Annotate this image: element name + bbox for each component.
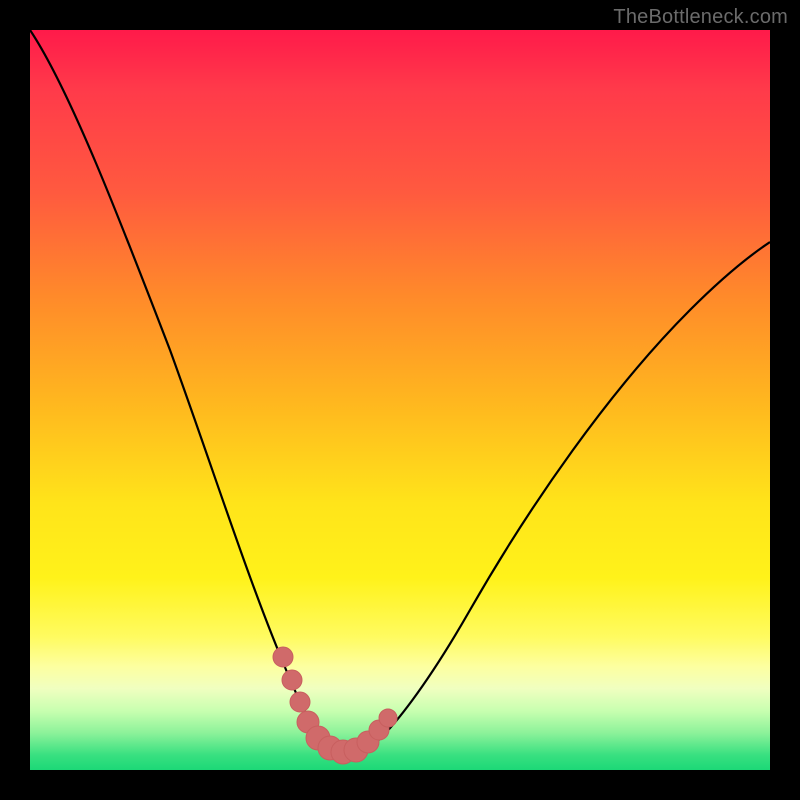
watermark-text: TheBottleneck.com (613, 6, 788, 29)
curve-layer (30, 30, 770, 770)
sweet-spot-blob (273, 647, 397, 764)
bottleneck-curve (30, 30, 770, 755)
outer-frame: TheBottleneck.com (0, 0, 800, 800)
plot-area (30, 30, 770, 770)
